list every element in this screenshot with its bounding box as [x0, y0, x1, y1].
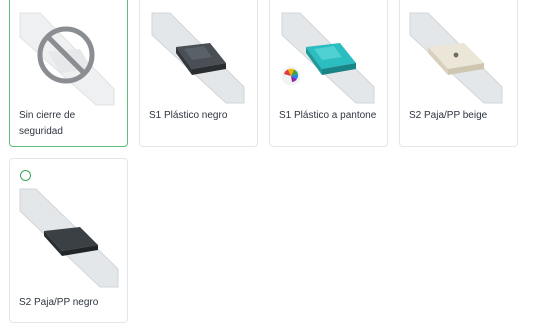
option-card-s1-plastic-pantone[interactable]: S1 Plástico a pantone	[269, 0, 388, 147]
pantone-plastic-buckle-image	[281, 12, 375, 104]
option-label: S2 Paja/PP beige	[409, 110, 488, 121]
no-closure-image	[19, 12, 115, 106]
option-card-no-closure[interactable]: Sin cierre de seguridad	[9, 0, 128, 147]
option-card-s2-straw-black[interactable]: S2 Paja/PP negro	[9, 158, 128, 323]
beige-straw-buckle-image	[409, 12, 503, 104]
option-card-s1-plastic-black[interactable]: S1 Plástico negro	[139, 0, 258, 147]
option-label: S2 Paja/PP negro	[19, 297, 99, 308]
color-wheel-icon	[281, 66, 301, 86]
option-card-s2-straw-beige[interactable]: S2 Paja/PP beige	[399, 0, 518, 147]
option-label: S1 Plástico negro	[149, 110, 228, 121]
option-label: S1 Plástico a pantone	[279, 110, 377, 121]
black-plastic-buckle-image	[151, 12, 245, 104]
option-label: Sin cierre de seguridad	[19, 110, 76, 137]
black-straw-buckle-image	[19, 188, 119, 288]
